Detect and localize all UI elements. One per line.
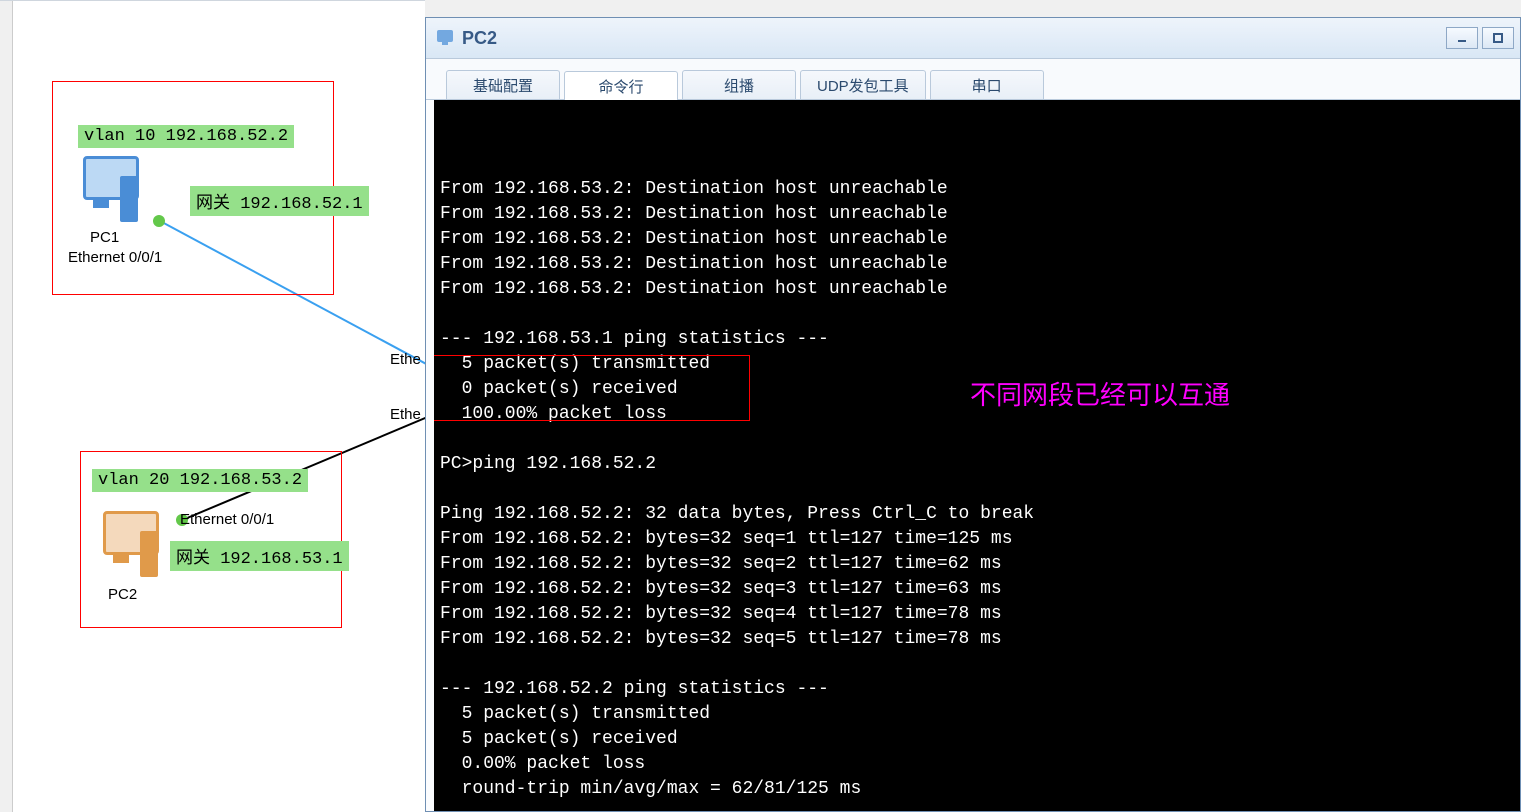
minimize-button[interactable] <box>1446 27 1478 49</box>
pc2-icon[interactable] <box>100 511 160 581</box>
titlebar[interactable]: PC2 <box>426 18 1520 59</box>
tab-command-line[interactable]: 命令行 <box>564 71 678 100</box>
terminal-line: 5 packet(s) received <box>440 727 1520 752</box>
terminal-line: From 192.168.53.2: Destination host unre… <box>440 227 1520 252</box>
terminal-line: --- 192.168.52.2 ping statistics --- <box>440 677 1520 702</box>
pc2-vlan-tag: vlan 20 192.168.53.2 <box>92 469 308 492</box>
terminal-line <box>440 652 1520 677</box>
terminal-line: round-trip min/avg/max = 62/81/125 ms <box>440 777 1520 802</box>
terminal-line: --- 192.168.53.1 ping statistics --- <box>440 327 1520 352</box>
terminal-line: From 192.168.52.2: bytes=32 seq=1 ttl=12… <box>440 527 1520 552</box>
pc2-port-label: Ethernet 0/0/1 <box>180 511 274 528</box>
tab-serial[interactable]: 串口 <box>930 70 1044 99</box>
terminal-line: Ping 192.168.52.2: 32 data bytes, Press … <box>440 502 1520 527</box>
terminal-line: 5 packet(s) transmitted <box>440 702 1520 727</box>
terminal-line: From 192.168.53.2: Destination host unre… <box>440 277 1520 302</box>
terminal-line: 0.00% packet loss <box>440 752 1520 777</box>
pc1-name-label: PC1 <box>90 229 119 246</box>
pc1-icon[interactable] <box>80 156 140 226</box>
terminal-line: PC>ping 192.168.52.2 <box>440 452 1520 477</box>
tab-basic-config[interactable]: 基础配置 <box>446 70 560 99</box>
pc1-gateway-tag: 网关 192.168.52.1 <box>190 186 369 216</box>
pc2-name-label: PC2 <box>108 586 137 603</box>
annotation-overlay: 不同网段已经可以互通 <box>970 375 1230 412</box>
switch-port-top-label: Ethe <box>390 351 421 368</box>
terminal-line: From 192.168.52.2: bytes=32 seq=4 ttl=12… <box>440 602 1520 627</box>
terminal-line: From 192.168.52.2: bytes=32 seq=2 ttl=12… <box>440 552 1520 577</box>
terminal-line: 5 packet(s) transmitted <box>440 352 1520 377</box>
terminal-line: From 192.168.53.2: Destination host unre… <box>440 177 1520 202</box>
terminal-line: From 192.168.53.2: Destination host unre… <box>440 252 1520 277</box>
app-icon <box>434 27 456 49</box>
terminal-line: From 192.168.53.2: Destination host unre… <box>440 202 1520 227</box>
terminal-output[interactable]: From 192.168.53.2: Destination host unre… <box>434 100 1520 811</box>
terminal-line: From 192.168.52.2: bytes=32 seq=5 ttl=12… <box>440 627 1520 652</box>
pc2-window: PC2 基础配置 命令行 组播 UDP发包工具 串口 From 192.168.… <box>425 17 1521 812</box>
window-title: PC2 <box>462 28 1442 49</box>
tab-udp-tool[interactable]: UDP发包工具 <box>800 70 926 99</box>
terminal-line <box>440 302 1520 327</box>
pc1-vlan-tag: vlan 10 192.168.52.2 <box>78 125 294 148</box>
switch-port-bottom-label: Ethe <box>390 406 421 423</box>
terminal-line <box>440 427 1520 452</box>
pc1-port-label: Ethernet 0/0/1 <box>68 249 162 266</box>
terminal-line <box>440 802 1520 811</box>
terminal-line <box>440 477 1520 502</box>
maximize-button[interactable] <box>1482 27 1514 49</box>
pc2-gateway-tag: 网关 192.168.53.1 <box>170 541 349 571</box>
topology-canvas[interactable]: vlan 10 192.168.52.2 网关 192.168.52.1 PC1… <box>0 0 425 812</box>
tab-multicast[interactable]: 组播 <box>682 70 796 99</box>
tabs-row: 基础配置 命令行 组播 UDP发包工具 串口 <box>426 59 1520 100</box>
terminal-line: From 192.168.52.2: bytes=32 seq=3 ttl=12… <box>440 577 1520 602</box>
